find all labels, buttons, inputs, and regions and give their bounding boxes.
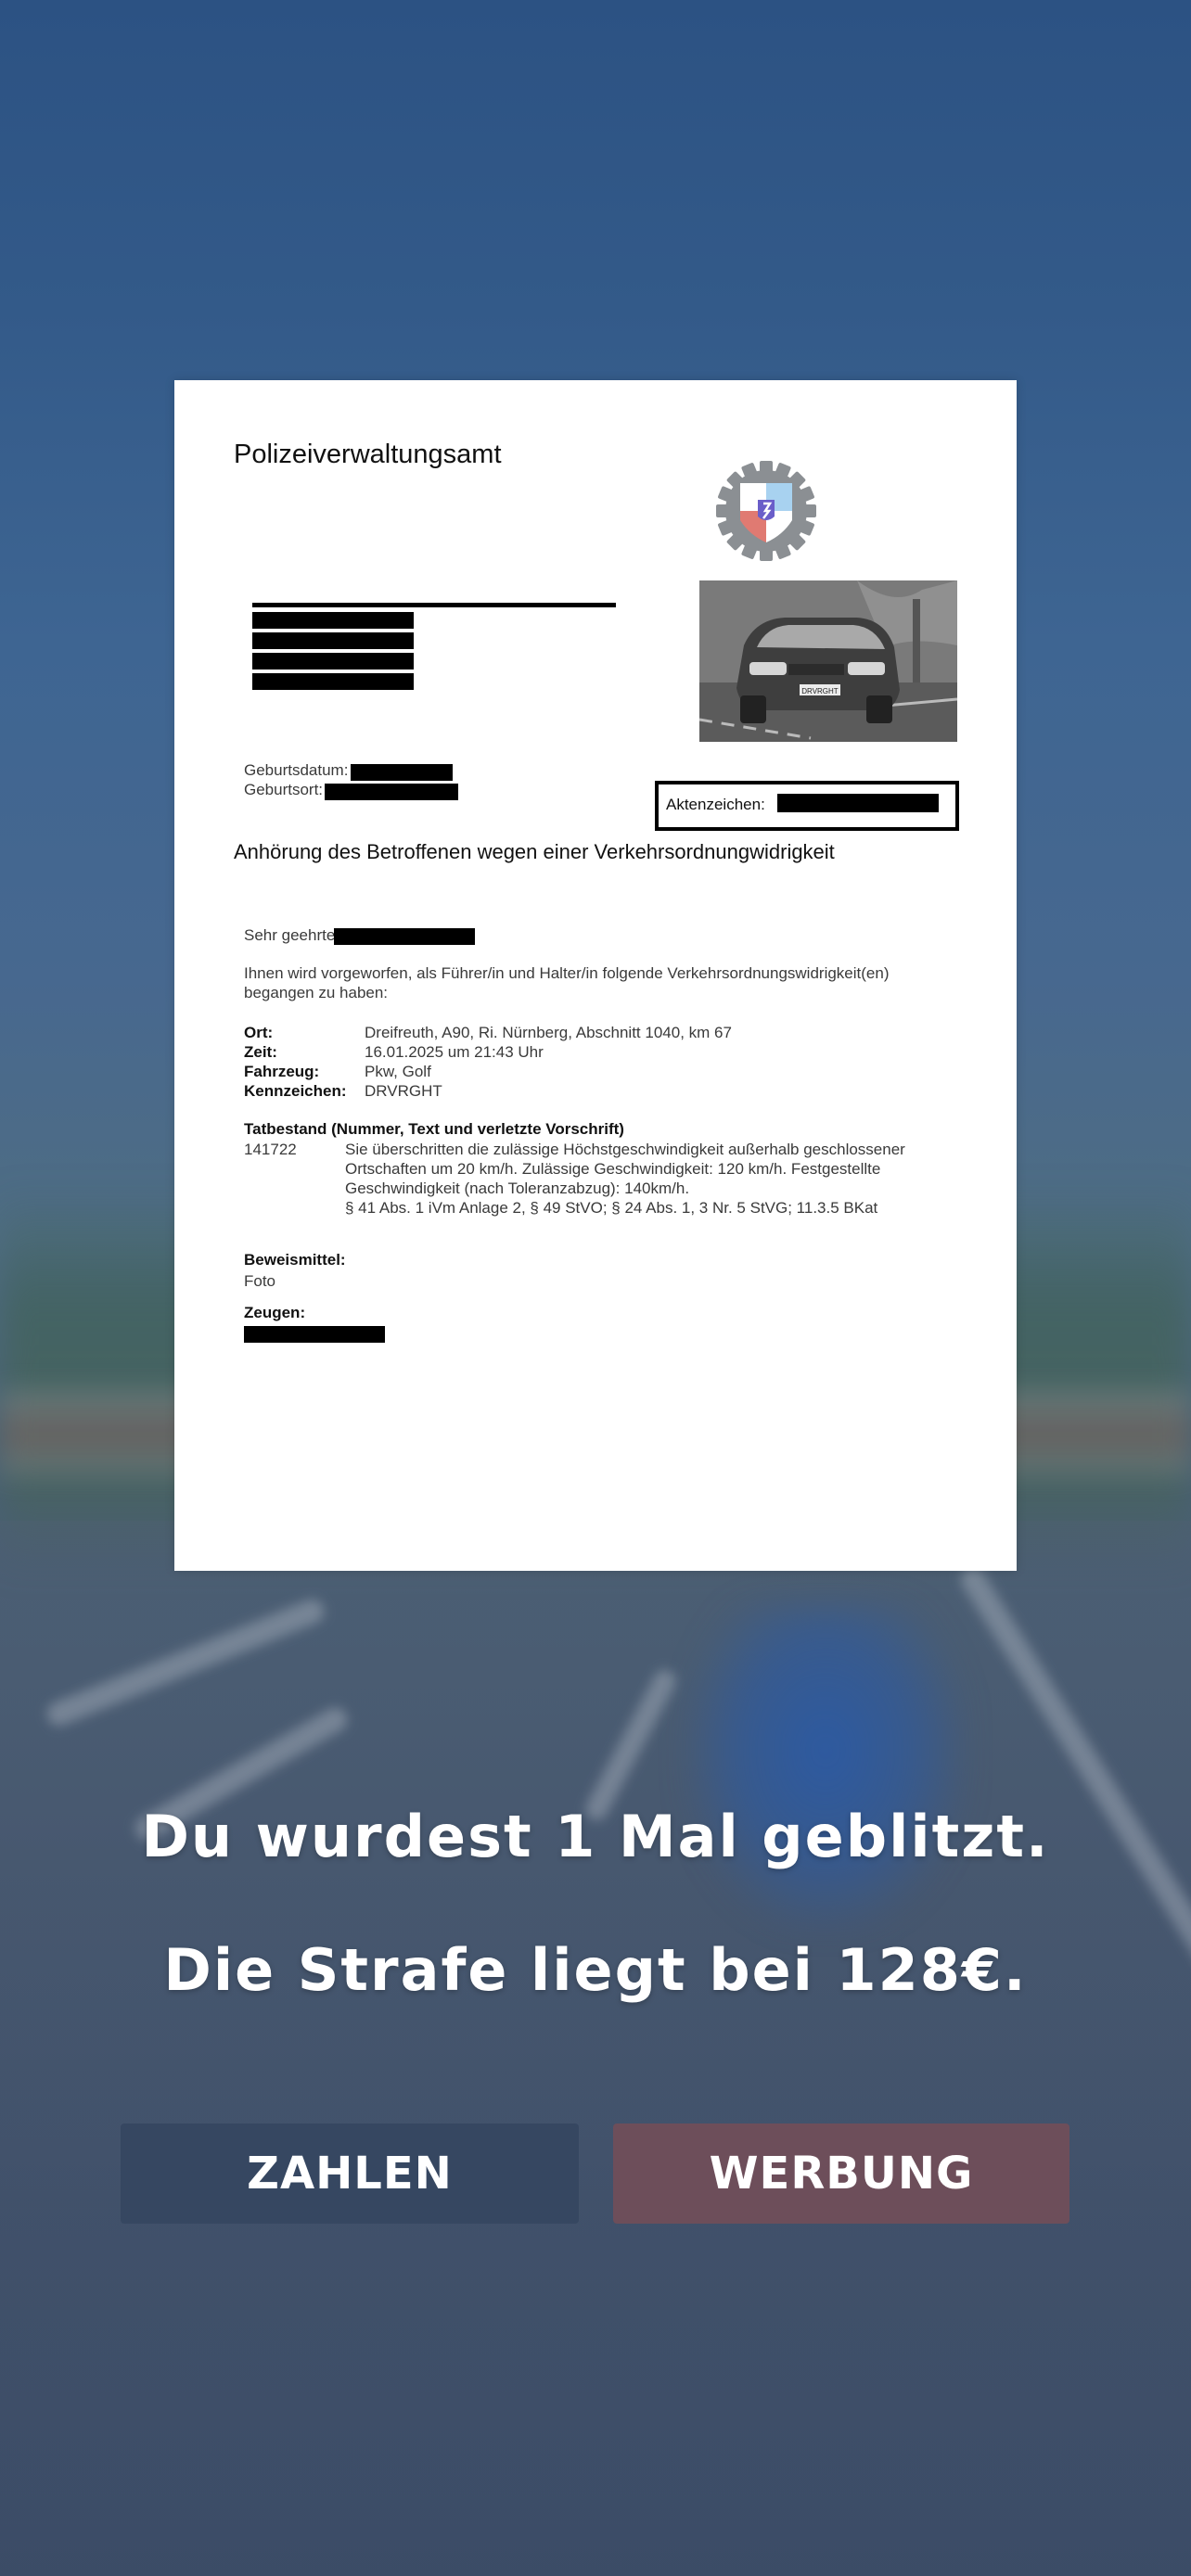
- file-number-label: Aktenzeichen:: [666, 796, 765, 813]
- birth-date-redaction: [351, 764, 453, 781]
- offense-regulation: § 41 Abs. 1 iVm Anlage 2, § 49 StVO; § 2…: [345, 1199, 878, 1217]
- place-label: Ort:: [244, 1024, 274, 1041]
- vehicle-label: Fahrzeug:: [244, 1063, 320, 1080]
- camera-photo-image: DRVRGHT: [699, 580, 957, 742]
- witness-label: Zeugen:: [244, 1304, 306, 1321]
- birth-place-label: Geburtsort:: [244, 781, 324, 798]
- file-number-redaction: [777, 794, 939, 812]
- address-redaction: [252, 653, 414, 670]
- pay-button[interactable]: ZAHLEN: [121, 2123, 579, 2224]
- intro-text-line-1: Ihnen wird vorgeworfen, als Führer/in un…: [244, 964, 890, 982]
- offense-number: 141722: [244, 1141, 297, 1158]
- salutation-text: Sehr geehrte: [244, 926, 336, 944]
- evidence-value: Foto: [244, 1272, 276, 1290]
- file-number-box: Aktenzeichen:: [655, 781, 959, 831]
- background-car: [686, 1604, 965, 1929]
- photo-plate-text: DRVRGHT: [801, 687, 839, 695]
- plate-value: DRVRGHT: [365, 1082, 442, 1100]
- offense-text-line-2: Ortschaften um 20 km/h. Zulässige Geschw…: [345, 1160, 881, 1178]
- background-road: [0, 1521, 1191, 2576]
- offense-heading: Tatbestand (Nummer, Text und verletzte V…: [244, 1120, 624, 1138]
- birth-place-redaction: [325, 784, 458, 800]
- flash-count-text: Du wurdest 1 Mal geblitzt.: [141, 1803, 1050, 1870]
- address-underline: [252, 603, 616, 607]
- plate-label: Kennzeichen:: [244, 1082, 347, 1100]
- address-redaction: [252, 673, 414, 690]
- time-value: 16.01.2025 um 21:43 Uhr: [365, 1043, 544, 1061]
- speed-camera-photo: DRVRGHT: [699, 580, 957, 742]
- offense-text-line-1: Sie überschritten die zulässige Höchstge…: [345, 1141, 905, 1158]
- fine-amount-text: Die Strafe liegt bei 128€.: [163, 1936, 1028, 2004]
- offense-text-line-3: Geschwindigkeit (nach Toleranzabzug): 14…: [345, 1180, 690, 1197]
- authority-name: Polizeiverwaltungsamt: [234, 440, 502, 469]
- time-label: Zeit:: [244, 1043, 277, 1061]
- place-value: Dreifreuth, A90, Ri. Nürnberg, Abschnitt…: [365, 1024, 732, 1041]
- speeding-ticket-document: Polizeiverwaltungsamt DRVRGHT Geburtsdat…: [174, 380, 1017, 1571]
- game-screen: Polizeiverwaltungsamt DRVRGHT Geburtsdat…: [0, 0, 1191, 2576]
- document-heading: Anhörung des Betroffenen wegen einer Ver…: [234, 840, 835, 863]
- watch-ad-button[interactable]: WERBUNG: [613, 2123, 1069, 2224]
- recipient-name-redaction: [334, 928, 475, 945]
- police-emblem-icon: [716, 461, 816, 561]
- address-redaction: [252, 632, 414, 649]
- witness-redaction: [244, 1326, 385, 1343]
- intro-text-line-2: begangen zu haben:: [244, 984, 389, 1001]
- vehicle-value: Pkw, Golf: [365, 1063, 431, 1080]
- evidence-label: Beweismittel:: [244, 1251, 346, 1269]
- address-redaction: [252, 612, 414, 629]
- birth-date-label: Geburtsdatum:: [244, 761, 349, 779]
